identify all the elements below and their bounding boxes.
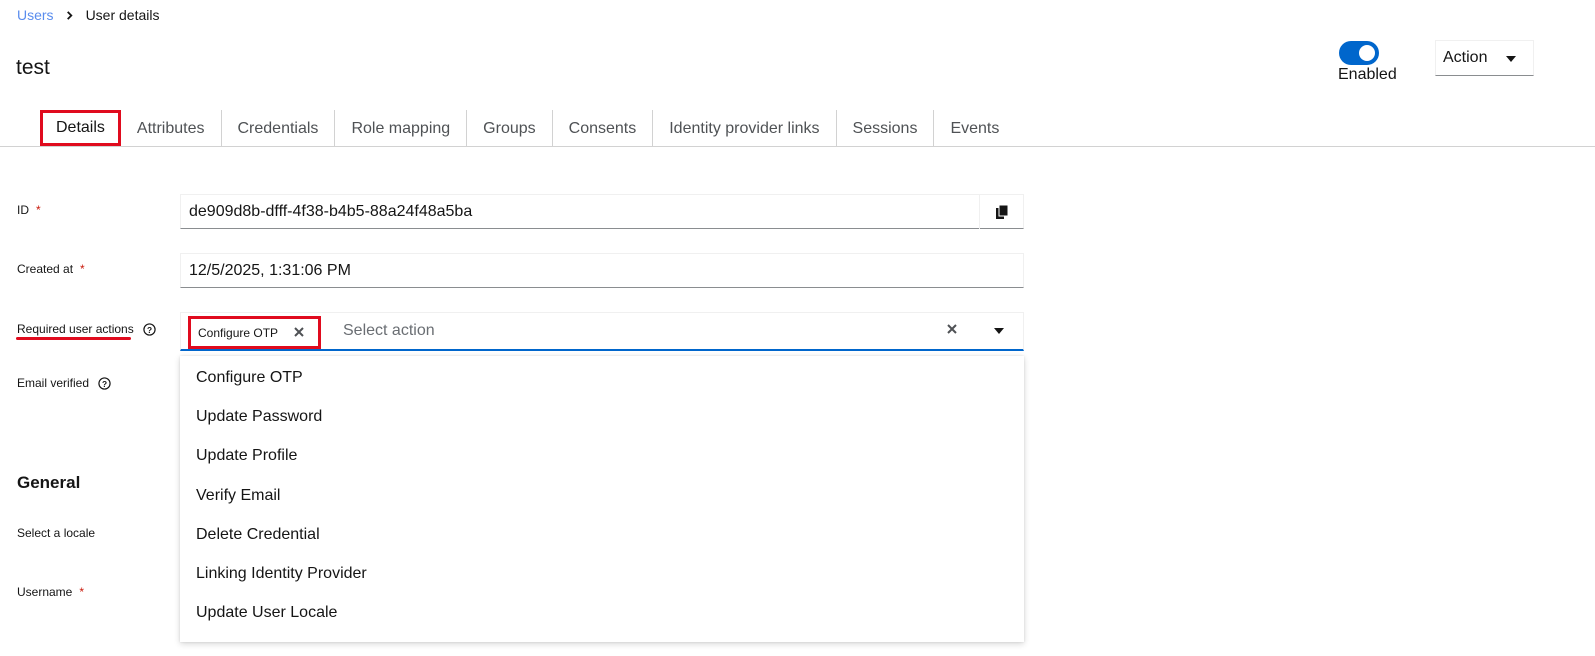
menu-option-linking-identity-provider[interactable]: Linking Identity Provider: [180, 554, 1024, 593]
tab-groups[interactable]: Groups: [466, 110, 551, 147]
created-at-field[interactable]: 12/5/2025, 1:31:06 PM: [180, 253, 1024, 288]
username-label-text: Username: [17, 585, 73, 599]
created-at-value: 12/5/2025, 1:31:06 PM: [189, 261, 351, 279]
copy-icon: [995, 205, 1008, 219]
created-at-label: Created at *: [17, 262, 85, 276]
caret-down-icon: [1506, 56, 1516, 62]
copy-button[interactable]: [979, 195, 1023, 229]
menu-option-verify-email[interactable]: Verify Email: [180, 476, 1024, 515]
menu-option-update-profile[interactable]: Update Profile: [180, 437, 1024, 476]
id-value: de909d8b-dfff-4f38-b4b5-88a24f48a5ba: [189, 202, 473, 220]
help-icon[interactable]: ?: [143, 322, 156, 336]
menu-option-delete-credential[interactable]: Delete Credential: [180, 515, 1024, 554]
svg-text:?: ?: [147, 324, 152, 334]
menu-option-update-password[interactable]: Update Password: [180, 397, 1024, 436]
locale-label: Select a locale: [17, 526, 95, 540]
tab-details[interactable]: Details: [40, 110, 121, 146]
breadcrumb-current: User details: [85, 7, 160, 23]
tabs-divider: [0, 146, 1595, 147]
chevron-right-icon: [65, 10, 74, 20]
close-icon[interactable]: [294, 327, 304, 337]
annotation-underline: [16, 337, 131, 340]
locale-label-text: Select a locale: [17, 526, 96, 540]
id-field[interactable]: de909d8b-dfff-4f38-b4b5-88a24f48a5ba: [180, 194, 1024, 229]
tab-bar: Details Attributes Credentials Role mapp…: [40, 110, 1015, 147]
select-action-input[interactable]: [343, 322, 903, 340]
required-actions-label-text: Required user actions: [17, 322, 134, 336]
email-verified-label-text: Email verified: [17, 376, 90, 390]
required-actions-select[interactable]: Configure OTP: [180, 312, 1024, 351]
toggle-knob: [1359, 45, 1375, 61]
tab-role-mapping[interactable]: Role mapping: [334, 110, 466, 147]
id-label-text: ID: [17, 203, 29, 217]
chip-label: Configure OTP: [198, 325, 279, 340]
tab-sessions[interactable]: Sessions: [835, 110, 934, 147]
tab-identity-provider-links[interactable]: Identity provider links: [652, 110, 835, 147]
action-dropdown[interactable]: Action: [1435, 40, 1534, 76]
required-asterisk: *: [36, 203, 41, 217]
breadcrumb-users-link[interactable]: Users: [17, 7, 54, 23]
help-icon[interactable]: ?: [98, 376, 111, 390]
id-label: ID *: [17, 203, 41, 217]
menu-option-update-user-locale[interactable]: Update User Locale: [180, 594, 1024, 633]
page-title: test: [16, 56, 50, 79]
tab-consents[interactable]: Consents: [551, 110, 653, 147]
created-at-label-text: Created at: [17, 262, 74, 276]
caret-down-icon[interactable]: [994, 328, 1004, 334]
svg-text:?: ?: [102, 378, 107, 388]
required-asterisk: *: [79, 585, 85, 599]
email-verified-label: Email verified ?: [17, 376, 111, 390]
tab-events[interactable]: Events: [933, 110, 1015, 147]
tab-credentials[interactable]: Credentials: [220, 110, 335, 147]
enabled-toggle[interactable]: [1339, 41, 1379, 65]
general-section-title: General: [17, 473, 81, 492]
clear-icon[interactable]: [947, 324, 957, 334]
required-asterisk: *: [80, 262, 85, 276]
action-dropdown-label: Action: [1443, 49, 1488, 66]
required-actions-label: Required user actions ?: [17, 322, 156, 336]
enabled-label: Enabled: [1338, 66, 1397, 83]
chip-configure-otp: Configure OTP: [188, 316, 321, 349]
required-actions-menu: Configure OTP Update Password Update Pro…: [180, 356, 1024, 642]
tab-attributes[interactable]: Attributes: [121, 110, 221, 147]
breadcrumb: Users User details: [17, 7, 159, 23]
username-label: Username *: [17, 585, 84, 599]
menu-option-configure-otp[interactable]: Configure OTP: [180, 358, 1024, 397]
